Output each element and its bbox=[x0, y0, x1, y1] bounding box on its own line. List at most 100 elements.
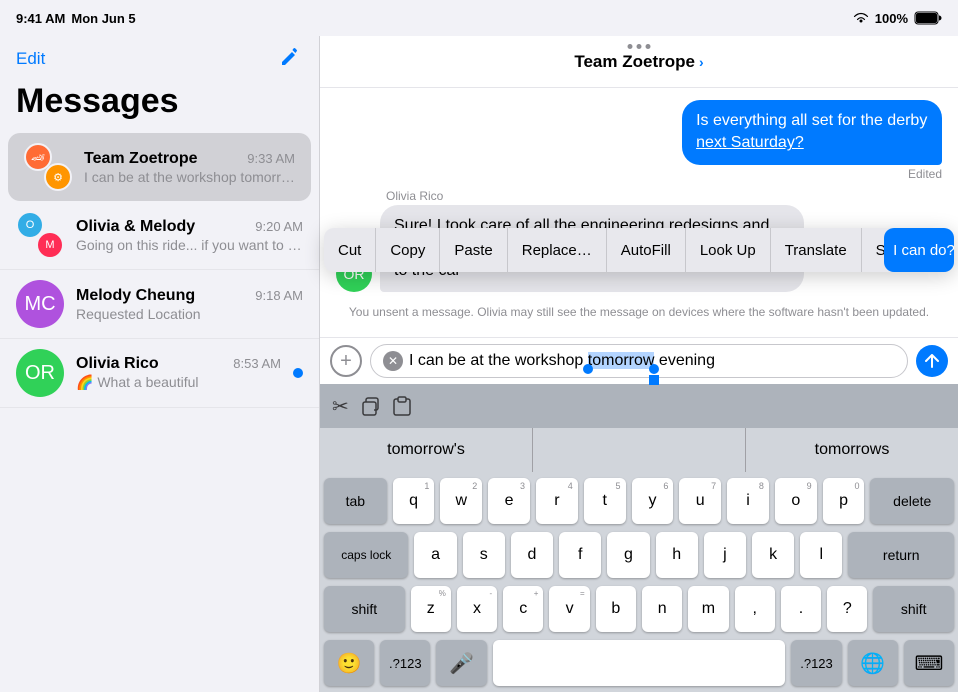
conversation-item[interactable]: 🏎 ⚙ Team Zoetrope 9:33 AM I can be at th… bbox=[8, 133, 311, 201]
sidebar: Edit Messages 🏎 ⚙ Team Zoetrope 9:33 AM bbox=[0, 36, 320, 692]
status-bar: 9:41 AM Mon Jun 5 100% bbox=[0, 0, 958, 36]
input-text-selected: tomorrow bbox=[588, 352, 655, 369]
send-button[interactable] bbox=[916, 345, 948, 377]
compose-button[interactable] bbox=[279, 44, 303, 74]
key-d[interactable]: d bbox=[511, 532, 553, 578]
paste-icon[interactable] bbox=[391, 395, 413, 417]
conv-header: Melody Cheung 9:18 AM bbox=[76, 287, 303, 305]
key-delete[interactable]: delete bbox=[870, 478, 954, 524]
key-n[interactable]: n bbox=[642, 586, 682, 632]
key-z[interactable]: z% bbox=[411, 586, 451, 632]
conversation-item[interactable]: OR Olivia Rico 8:53 AM 🌈 What a beautifu… bbox=[0, 339, 319, 408]
key-s[interactable]: s bbox=[463, 532, 505, 578]
key-i[interactable]: i8 bbox=[727, 478, 769, 524]
status-date: Mon Jun 5 bbox=[71, 11, 135, 26]
key-k[interactable]: k bbox=[752, 532, 794, 578]
conv-content: Olivia Rico 8:53 AM 🌈 What a beautiful bbox=[76, 355, 281, 391]
conv-content: Melody Cheung 9:18 AM Requested Location bbox=[76, 287, 303, 322]
add-attachment-button[interactable]: + bbox=[330, 345, 362, 377]
conv-header: Olivia Rico 8:53 AM bbox=[76, 355, 281, 373]
context-menu-cut[interactable]: Cut bbox=[324, 228, 376, 272]
key-c[interactable]: c+ bbox=[503, 586, 543, 632]
conversation-item[interactable]: O M Olivia & Melody 9:20 AM Going on thi… bbox=[0, 201, 319, 270]
key-m[interactable]: m bbox=[688, 586, 728, 632]
keyboard-rows: tab q1 w2 e3 r4 t5 y6 u7 i8 o9 p0 delete… bbox=[320, 472, 958, 692]
scissors-icon[interactable]: ✂ bbox=[332, 394, 349, 419]
context-menu-paste[interactable]: Paste bbox=[440, 228, 507, 272]
status-time: 9:41 AM bbox=[16, 11, 65, 26]
key-shift-left[interactable]: shift bbox=[324, 586, 405, 632]
key-space[interactable] bbox=[493, 640, 786, 686]
clear-input-button[interactable]: ✕ bbox=[383, 351, 403, 371]
key-period[interactable]: . bbox=[781, 586, 821, 632]
key-r[interactable]: r4 bbox=[536, 478, 578, 524]
avatar: OR bbox=[16, 349, 64, 397]
key-w[interactable]: w2 bbox=[440, 478, 482, 524]
key-return[interactable]: return bbox=[848, 532, 954, 578]
message-bubble-sent[interactable]: Is everything all set for the derby next… bbox=[682, 100, 942, 165]
key-l[interactable]: l bbox=[800, 532, 842, 578]
status-bar-right: 100% bbox=[853, 11, 942, 26]
context-menu-translate[interactable]: Translate bbox=[771, 228, 862, 272]
conv-time: 8:53 AM bbox=[233, 356, 281, 371]
key-g[interactable]: g bbox=[607, 532, 649, 578]
key-emoji[interactable]: 🙂 bbox=[324, 640, 374, 686]
key-v[interactable]: v= bbox=[549, 586, 589, 632]
conversation-item[interactable]: MC Melody Cheung 9:18 AM Requested Locat… bbox=[0, 270, 319, 339]
main-layout: Edit Messages 🏎 ⚙ Team Zoetrope 9:33 AM bbox=[0, 36, 958, 692]
compose-icon bbox=[279, 44, 303, 68]
key-f[interactable]: f bbox=[559, 532, 601, 578]
message-input-wrapper: ✕ I can be at the workshop tomorrow even… bbox=[370, 344, 908, 378]
suggestion-empty[interactable] bbox=[532, 428, 745, 472]
context-menu-copy[interactable]: Copy bbox=[376, 228, 440, 272]
key-globe[interactable]: 🌐 bbox=[848, 640, 898, 686]
suggestion-tomorrows[interactable]: tomorrows bbox=[745, 428, 958, 472]
message-sender-name: Olivia Rico bbox=[386, 189, 942, 203]
key-h[interactable]: h bbox=[656, 532, 698, 578]
copy-icon[interactable] bbox=[359, 395, 381, 417]
key-u[interactable]: u7 bbox=[679, 478, 721, 524]
conv-content: Olivia & Melody 9:20 AM Going on this ri… bbox=[76, 218, 303, 253]
key-j[interactable]: j bbox=[704, 532, 746, 578]
key-a[interactable]: a bbox=[414, 532, 456, 578]
key-o[interactable]: o9 bbox=[775, 478, 817, 524]
key-y[interactable]: y6 bbox=[632, 478, 674, 524]
avatar-group: O M bbox=[16, 211, 64, 259]
key-question[interactable]: ? bbox=[827, 586, 867, 632]
key-x[interactable]: x- bbox=[457, 586, 497, 632]
send-icon bbox=[925, 354, 939, 368]
conv-preview: 🌈 What a beautiful bbox=[76, 374, 281, 391]
conversation-list: 🏎 ⚙ Team Zoetrope 9:33 AM I can be at th… bbox=[0, 133, 319, 692]
context-menu-autofill[interactable]: AutoFill bbox=[607, 228, 686, 272]
chat-area: Team Zoetrope › Is everything all set fo… bbox=[320, 36, 958, 692]
conv-preview: Requested Location bbox=[76, 306, 303, 322]
suggestion-tomorrows-apostrophe[interactable]: tomorrow's bbox=[320, 428, 532, 472]
key-q[interactable]: q1 bbox=[393, 478, 435, 524]
key-shift-right[interactable]: shift bbox=[873, 586, 954, 632]
conv-name: Olivia Rico bbox=[76, 355, 159, 373]
highlighted-text: next Saturday? bbox=[696, 134, 804, 151]
chat-title-chevron: › bbox=[699, 54, 704, 70]
message-input[interactable]: I can be at the workshop tomorrow evenin… bbox=[409, 352, 895, 370]
context-menu-replace[interactable]: Replace… bbox=[508, 228, 607, 272]
messages-title: Messages bbox=[0, 78, 319, 133]
chat-title[interactable]: Team Zoetrope › bbox=[574, 52, 703, 72]
key-keyboard-hide[interactable]: ⌨ bbox=[904, 640, 954, 686]
input-text-after: evening bbox=[654, 352, 715, 369]
key-e[interactable]: e3 bbox=[488, 478, 530, 524]
key-capslock[interactable]: caps lock bbox=[324, 532, 408, 578]
key-b[interactable]: b bbox=[596, 586, 636, 632]
key-p[interactable]: p0 bbox=[823, 478, 865, 524]
key-num-left[interactable]: .?123 bbox=[380, 640, 430, 686]
conv-preview: I can be at the workshop tomorrow evenin… bbox=[84, 169, 295, 185]
key-t[interactable]: t5 bbox=[584, 478, 626, 524]
conv-preview: Going on this ride... if you want to com… bbox=[76, 237, 303, 253]
avatar-2: M bbox=[36, 231, 64, 259]
key-comma[interactable]: , bbox=[735, 586, 775, 632]
edit-button[interactable]: Edit bbox=[16, 49, 45, 69]
context-menu-lookup[interactable]: Look Up bbox=[686, 228, 771, 272]
context-menu-blue-action[interactable]: I can do? bbox=[884, 228, 954, 272]
key-num-right[interactable]: .?123 bbox=[791, 640, 841, 686]
key-tab[interactable]: tab bbox=[324, 478, 387, 524]
key-mic[interactable]: 🎤 bbox=[436, 640, 486, 686]
